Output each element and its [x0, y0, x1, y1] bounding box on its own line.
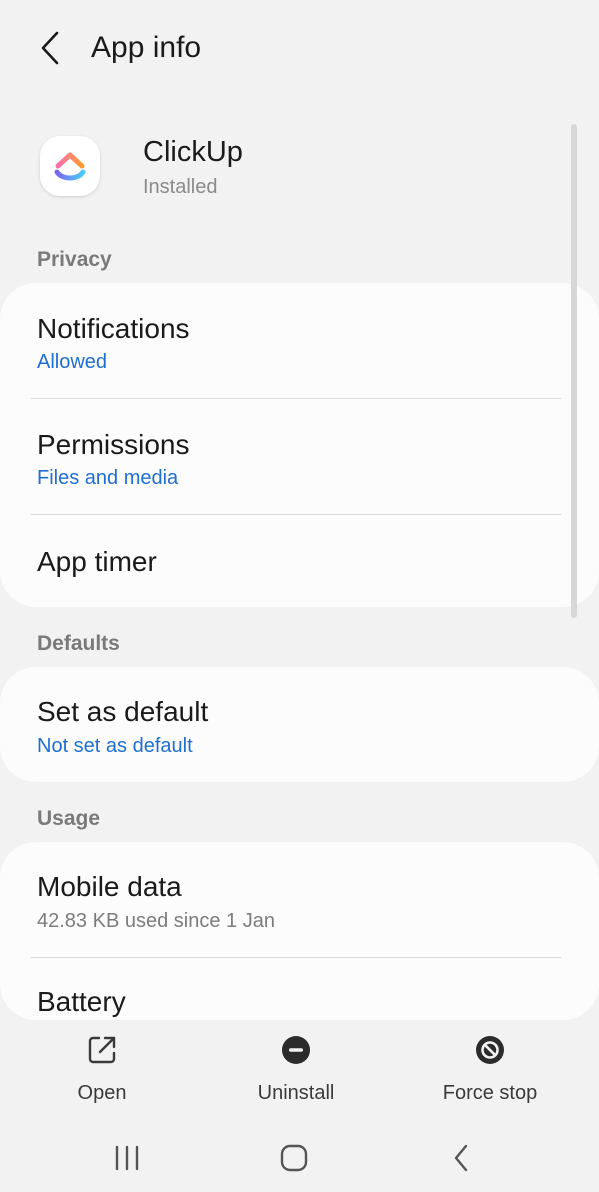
system-nav-bar — [0, 1122, 599, 1192]
item-title: Permissions — [37, 429, 190, 460]
recents-button[interactable] — [97, 1136, 157, 1180]
privacy-card: Notifications Allowed Permissions Files … — [0, 283, 599, 607]
back-button[interactable] — [30, 26, 70, 70]
open-external-icon — [84, 1032, 120, 1068]
uninstall-label: Uninstall — [257, 1082, 335, 1104]
notifications-item[interactable]: Notifications Allowed — [0, 283, 599, 399]
usage-card: Mobile data 42.83 KB used since 1 Jan Ba… — [0, 842, 599, 1020]
bottom-action-bar: Open Uninstall Force stop — [0, 1020, 599, 1120]
block-circle-icon — [472, 1032, 508, 1068]
item-title: Set as default — [37, 696, 209, 727]
item-title: Battery — [37, 986, 126, 1017]
app-summary: ClickUp Installed — [0, 120, 599, 220]
open-button[interactable]: Open — [22, 1032, 182, 1118]
item-title: App timer — [37, 546, 157, 577]
section-label-defaults: Defaults — [37, 632, 120, 655]
home-icon — [280, 1144, 308, 1172]
permissions-item[interactable]: Permissions Files and media — [0, 399, 599, 515]
minus-circle-icon — [278, 1032, 314, 1068]
nav-back-button[interactable] — [431, 1136, 491, 1180]
item-title: Mobile data — [37, 871, 182, 902]
section-label-privacy: Privacy — [37, 248, 112, 271]
set-as-default-item[interactable]: Set as default Not set as default — [0, 667, 599, 782]
force-stop-label: Force stop — [442, 1082, 538, 1104]
item-subtitle: Not set as default — [37, 735, 193, 757]
app-install-status: Installed — [143, 176, 218, 198]
item-subtitle: Files and media — [37, 467, 179, 489]
home-button[interactable] — [264, 1136, 324, 1180]
defaults-card: Set as default Not set as default — [0, 667, 599, 782]
clickup-logo-icon — [40, 136, 100, 196]
recents-icon — [115, 1145, 139, 1171]
mobile-data-item[interactable]: Mobile data 42.83 KB used since 1 Jan — [0, 842, 599, 958]
app-name: ClickUp — [143, 136, 243, 168]
item-subtitle: Allowed — [37, 351, 108, 373]
back-icon — [454, 1144, 468, 1172]
force-stop-button[interactable]: Force stop — [410, 1032, 570, 1118]
open-label: Open — [77, 1082, 127, 1104]
scrollbar[interactable] — [571, 124, 577, 618]
chevron-left-icon — [41, 31, 59, 65]
battery-item[interactable]: Battery — [0, 958, 599, 1020]
page-title: App info — [91, 31, 202, 64]
item-subtitle: 42.83 KB used since 1 Jan — [37, 910, 275, 932]
app-bar: App info — [0, 0, 599, 96]
app-timer-item[interactable]: App timer — [0, 515, 599, 607]
item-title: Notifications — [37, 313, 190, 344]
section-label-usage: Usage — [37, 807, 101, 830]
uninstall-button[interactable]: Uninstall — [216, 1032, 376, 1118]
